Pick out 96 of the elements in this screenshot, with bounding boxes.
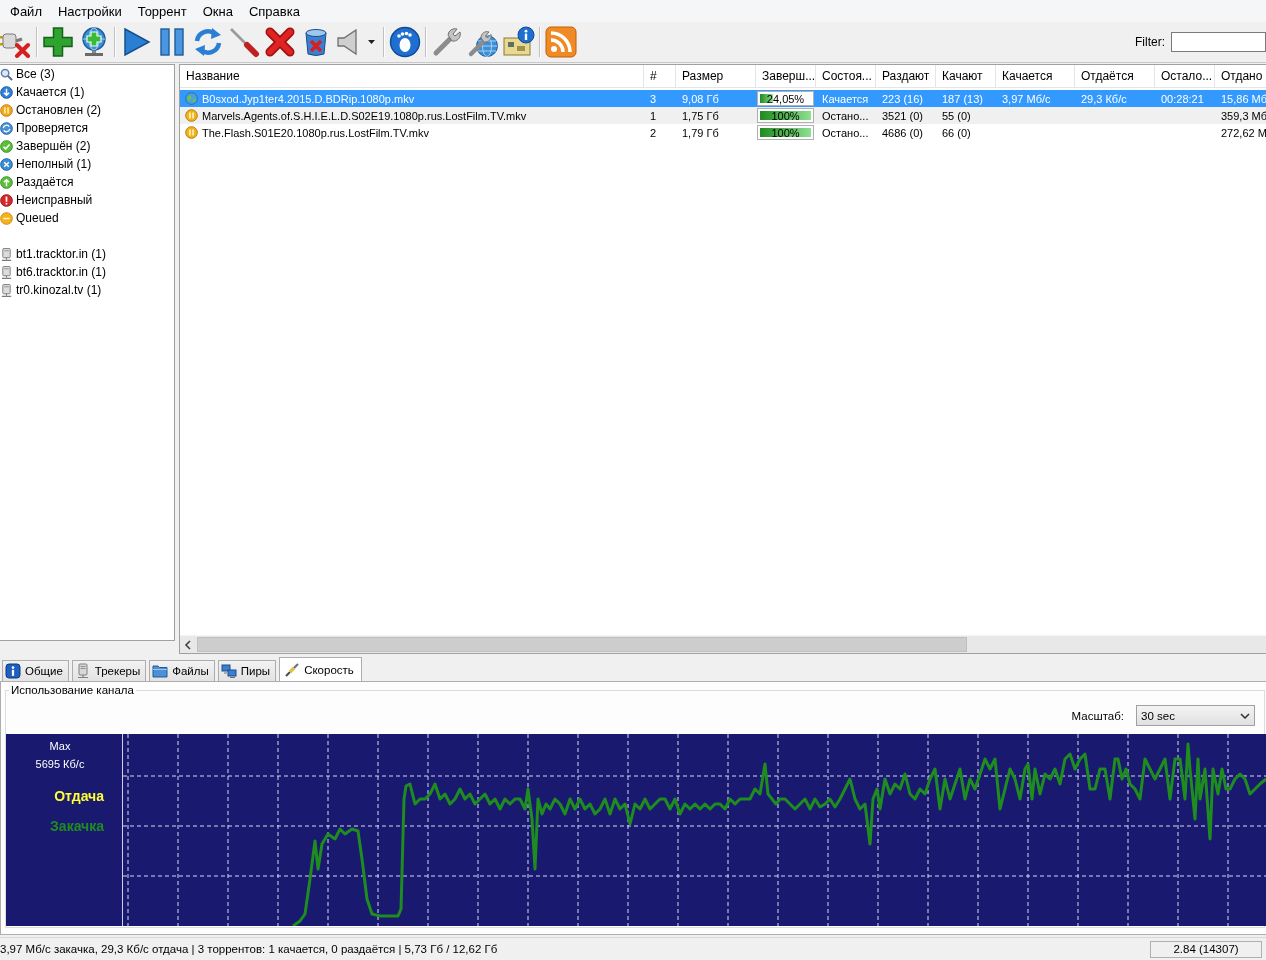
minus-icon — [0, 211, 13, 225]
column-header[interactable]: # — [644, 65, 676, 87]
sidebar-item[interactable]: Проверяется — [0, 119, 174, 137]
computers-icon — [220, 663, 237, 679]
scale-dropdown[interactable]: 30 sec — [1136, 705, 1255, 726]
column-header[interactable]: Раздают — [876, 65, 936, 87]
tab[interactable]: Пиры — [217, 660, 277, 681]
table-cell: 3 — [650, 92, 657, 105]
table-cell: 55 (0) — [942, 109, 971, 122]
tab[interactable]: Файлы — [149, 660, 215, 681]
pause-icon — [0, 103, 13, 117]
menu-item[interactable]: Справка — [240, 3, 308, 19]
filter-field[interactable] — [1171, 32, 1266, 52]
tab[interactable]: Скорость — [279, 657, 362, 681]
scale-label: Масштаб: — [1071, 709, 1124, 722]
column-header[interactable]: Название — [180, 65, 644, 87]
table-cell: 187 (13) — [942, 92, 983, 105]
table-cell: Остано... — [822, 109, 869, 122]
legend-label: Отдача — [54, 787, 104, 806]
table-cell: 1,75 Гб — [682, 109, 719, 122]
table-cell: 15,86 Мб — [1221, 92, 1266, 105]
server-icon — [0, 283, 13, 297]
globe-icon — [185, 92, 198, 105]
table-cell: 00:28:21 — [1161, 92, 1204, 105]
tab[interactable]: Трекеры — [71, 660, 147, 681]
menu-item[interactable]: Настройки — [49, 3, 130, 19]
table-cell: Остано... — [822, 126, 869, 139]
info-icon — [5, 663, 21, 679]
plus-icon[interactable] — [42, 26, 74, 58]
group-title: Использование канала — [10, 684, 135, 697]
sidebar-item[interactable]: Остановлен (2) — [0, 101, 174, 119]
pause-icon — [185, 126, 198, 139]
progress-percent: 100% — [770, 126, 801, 139]
magnifier-icon — [0, 67, 13, 81]
refresh-icon[interactable] — [192, 26, 224, 58]
server-icon — [0, 247, 13, 261]
legend-label: Закачка — [50, 817, 104, 836]
menu-item[interactable]: Торрент — [129, 3, 195, 19]
tracker-item[interactable]: bt1.tracktor.in (1) — [0, 245, 174, 263]
info-card-icon[interactable] — [503, 26, 535, 58]
speaker-icon[interactable] — [336, 26, 360, 58]
table-cell: The.Flash.S01E20.1080p.rus.LostFilm.TV.mkv — [202, 126, 430, 139]
sidebar-item[interactable]: Неполный (1) — [0, 155, 174, 173]
table-cell: Качается — [822, 92, 869, 105]
folder-icon — [152, 663, 169, 679]
filter-label: Filter: — [1135, 35, 1165, 49]
progress-percent: 100% — [770, 109, 801, 122]
table-cell: 29,3 Кб/с — [1081, 92, 1127, 105]
menu-item[interactable]: Файл — [2, 3, 50, 19]
caret-icon[interactable] — [368, 40, 375, 44]
sidebar-item[interactable]: Качается (1) — [0, 83, 174, 101]
table-cell: 66 (0) — [942, 126, 971, 139]
column-header[interactable]: Отдано — [1215, 65, 1266, 87]
wrench-icon[interactable] — [431, 26, 463, 58]
scrollbar-thumb[interactable] — [197, 637, 967, 652]
table-cell: 1,79 Гб — [682, 126, 719, 139]
column-header[interactable]: Качается — [996, 65, 1075, 87]
sidebar-item[interactable]: Раздаётся — [0, 173, 174, 191]
tab[interactable]: Общие — [2, 660, 69, 681]
table-cell: 3,97 Мб/с — [1002, 92, 1051, 105]
screwdriver-icon[interactable] — [228, 26, 260, 58]
column-header[interactable]: Остало... — [1155, 65, 1215, 87]
column-header[interactable]: Состоя... — [816, 65, 876, 87]
chevron-down-icon — [1240, 712, 1250, 719]
sidebar-item[interactable]: Все (3) — [0, 65, 174, 83]
server-icon — [0, 265, 13, 279]
table-cell: 359,3 Мб — [1221, 109, 1266, 122]
cross-icon[interactable] — [264, 26, 296, 58]
table-cell: 4686 (0) — [882, 126, 923, 139]
sidebar-item[interactable]: Неисправный — [0, 191, 174, 209]
column-header[interactable]: Отдаётся — [1075, 65, 1155, 87]
ratio-indicator: 2.84 (14307) — [1150, 940, 1262, 958]
table-row[interactable]: Marvels.Agents.of.S.H.I.E.L.D.S02E19.1080p.rus.LostFilm.TV.mkv 1 1,75 Гб 100% Остано... 3521 (0) 55 (0) 359,3 Мб — [180, 107, 1266, 124]
sidebar-item[interactable]: Завершён (2) — [0, 137, 174, 155]
tracker-item[interactable]: tr0.kinozal.tv (1) — [0, 281, 174, 299]
column-header[interactable]: Качают — [936, 65, 996, 87]
table-cell: Marvels.Agents.of.S.H.I.E.L.D.S02E19.1080p.rus.LostFilm.TV.mkv — [202, 109, 527, 122]
table-cell: 223 (16) — [882, 92, 923, 105]
tracker-item[interactable]: bt6.tracktor.in (1) — [0, 263, 174, 281]
plug-icon — [284, 661, 301, 678]
status-text: 3,97 Мб/с закачка, 29,3 Кб/с отдача | 3 торрентов: 1 качается, 0 раздаётся | 5,73 Гб / 12,62 Гб — [0, 943, 498, 955]
table-cell: 2 — [650, 126, 657, 139]
table-cell: 9,08 Гб — [682, 92, 719, 105]
sidebar-item[interactable]: Queued — [0, 209, 174, 227]
pause-icon — [185, 109, 198, 122]
rss-icon[interactable] — [545, 26, 577, 58]
max-label: Max — [49, 739, 71, 754]
column-header[interactable]: Размер — [676, 65, 756, 87]
table-cell: 272,62 М — [1221, 126, 1266, 139]
table-cell: B0sxod.Jyp1ter4.2015.D.BDRip.1080p.mkv — [202, 92, 415, 105]
menu-item[interactable]: Окна — [194, 3, 241, 19]
max-value: 5695 Кб/с — [35, 757, 85, 772]
table-cell: 3521 (0) — [882, 109, 923, 122]
footprint-icon[interactable] — [389, 26, 421, 58]
table-cell: 1 — [650, 109, 657, 122]
column-header[interactable]: Заверш... — [756, 65, 816, 87]
